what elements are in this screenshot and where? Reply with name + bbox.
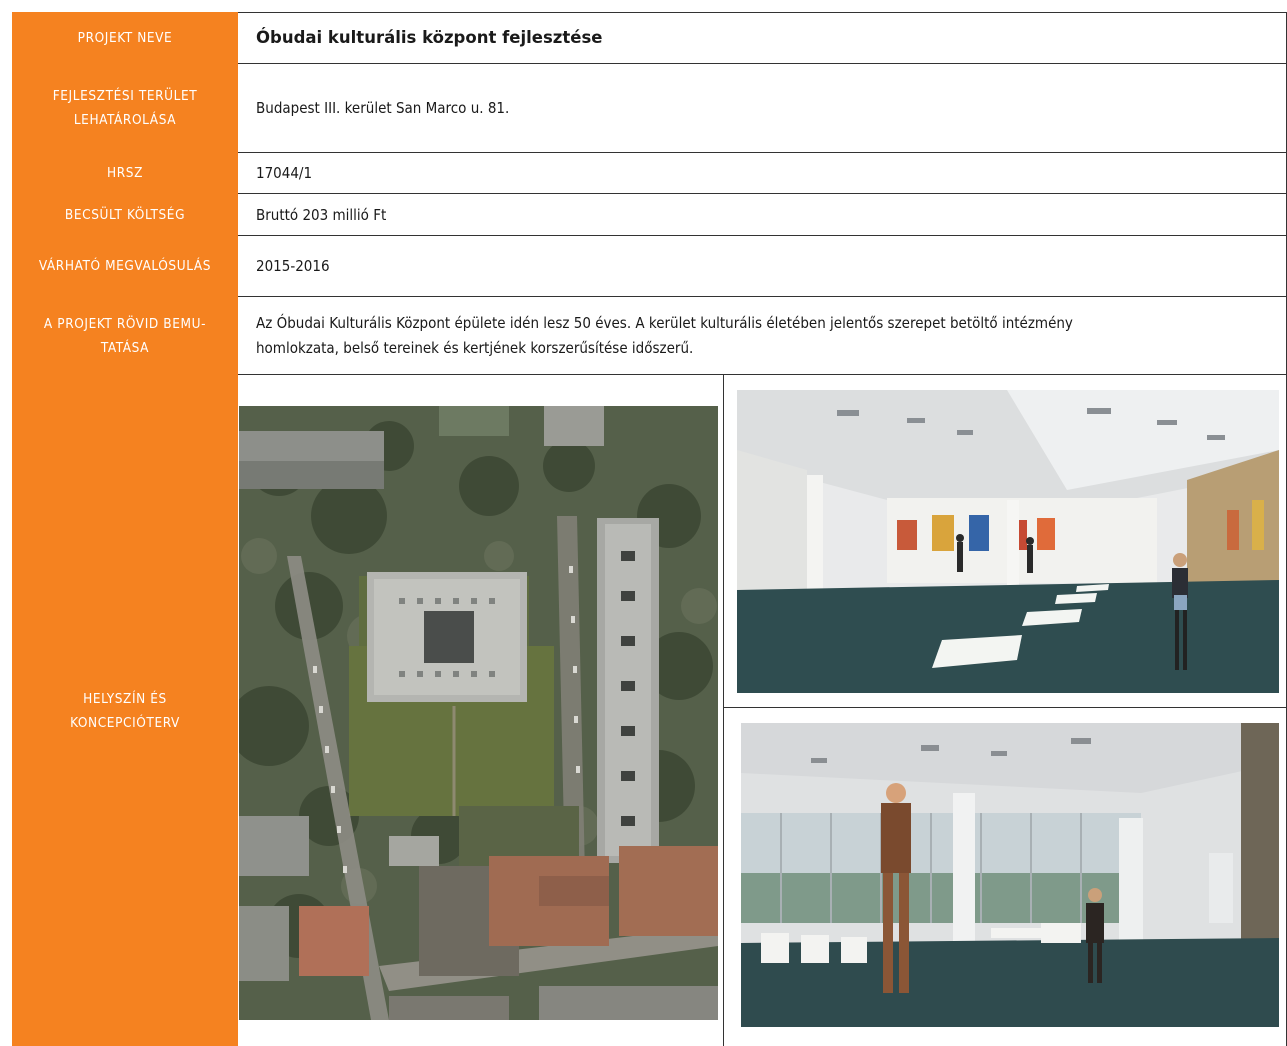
value-text: Budapest III. kerület San Marco u. 81. xyxy=(256,99,510,117)
label-megvalosulas: VÁRHATÓ MEGVALÓSULÁS xyxy=(12,236,238,296)
label-projekt-neve: PROJEKT NEVE xyxy=(12,12,238,63)
row-divider xyxy=(238,374,1287,375)
label-terulet: FEJLESZTÉSI TERÜLET LEHATÁROLÁSA xyxy=(12,64,238,152)
value-text: homlokzata, belső tereinek és kertjének … xyxy=(256,338,694,357)
label-text: HRSZ xyxy=(106,165,143,181)
label-text: FEJLESZTÉSI TERÜLET xyxy=(52,88,198,104)
label-bemutatas: A PROJEKT RÖVID BEMU- TATÁSA xyxy=(12,297,238,374)
label-text: PROJEKT NEVE xyxy=(77,29,173,46)
label-text: KONCEPCIÓTERV xyxy=(70,714,180,731)
value-text: Óbudai kulturális központ fejlesztése xyxy=(256,27,603,47)
label-text: LEHATÁROLÁSA xyxy=(73,112,177,128)
column-divider xyxy=(723,375,724,1046)
value-text: 2015-2016 xyxy=(256,257,330,275)
value-projekt-neve: Óbudai kulturális központ fejlesztése xyxy=(238,12,1287,63)
interior-gallery-rendering xyxy=(737,390,1279,693)
aerial-site-image xyxy=(239,406,718,1020)
label-text: VÁRHATÓ MEGVALÓSULÁS xyxy=(38,258,212,274)
value-koltseg: Bruttó 203 millió Ft xyxy=(238,194,1287,235)
label-text: A PROJEKT RÖVID BEMU- xyxy=(43,315,207,332)
label-koltseg: BECSÜLT KÖLTSÉG xyxy=(12,194,238,235)
label-text: TATÁSA xyxy=(100,339,150,356)
value-hrsz: 17044/1 xyxy=(238,153,1287,193)
interior-lobby-rendering xyxy=(741,723,1279,1027)
value-megvalosulas: 2015-2016 xyxy=(238,236,1287,296)
value-text: Bruttó 203 millió Ft xyxy=(256,205,387,224)
label-text: BECSÜLT KÖLTSÉG xyxy=(64,206,186,223)
image-divider xyxy=(724,707,1287,708)
project-sheet: PROJEKT NEVE Óbudai kulturális központ f… xyxy=(12,12,1287,1046)
value-terulet: Budapest III. kerület San Marco u. 81. xyxy=(238,64,1287,152)
label-hrsz: HRSZ xyxy=(12,153,238,193)
value-text: 17044/1 xyxy=(256,164,313,182)
value-bemutatas: Az Óbudai Kulturális Központ épülete idé… xyxy=(238,297,1287,374)
label-helyszin: HELYSZÍN ÉS KONCEPCIÓTERV xyxy=(12,375,238,1046)
label-text: HELYSZÍN ÉS xyxy=(83,690,167,707)
value-text: Az Óbudai Kulturális Központ épülete idé… xyxy=(256,313,1073,332)
